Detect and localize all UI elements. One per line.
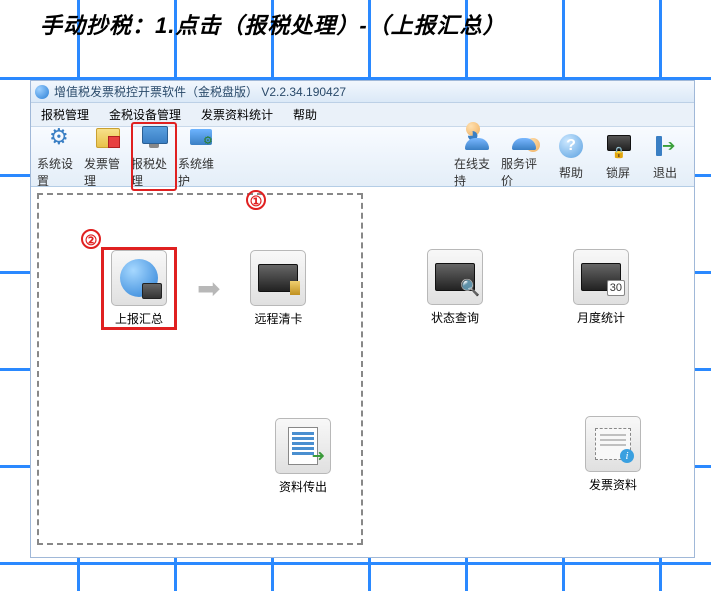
folder-gear-icon [186,124,216,152]
btn-status-query[interactable]: 状态查询 [419,249,491,326]
menu-invoice-stats[interactable]: 发票资料统计 [191,106,283,123]
tb-label: 服务评价 [501,155,547,189]
gear-icon [45,124,75,152]
card-hourglass-icon [258,264,298,292]
monitor-icon [139,124,169,152]
tb-label: 在线支持 [454,155,500,189]
content-area: ① ② 上报汇总 ➡ 远程清卡 资料传出 [31,187,694,557]
tb-sys-maint[interactable]: 系统维护 [178,122,224,191]
tb-service-rating[interactable]: 服务评价 [501,122,547,191]
magnifier-icon [435,263,475,291]
menu-device-mgmt[interactable]: 金税设备管理 [99,106,191,123]
tb-label: 系统维护 [178,155,224,189]
btn-label: 月度统计 [577,309,625,326]
app-icon [35,85,49,99]
help-icon [556,133,586,161]
tb-tax-process[interactable]: 报税处理 [131,122,177,191]
annotation-step-1: ① [246,190,266,210]
tb-label: 帮助 [559,164,583,181]
tb-label: 报税处理 [131,155,177,189]
btn-label: 状态查询 [431,309,479,326]
tb-label: 锁屏 [606,164,630,181]
btn-invoice-data[interactable]: 发票资料 [577,416,649,493]
calendar-30-icon [581,263,621,291]
exit-icon [650,133,680,161]
tb-label: 发票管理 [84,155,130,189]
tb-label: 退出 [653,164,677,181]
document-export-icon [288,427,318,465]
app-window: 增值税发票税控开票软件（金税盘版） V2.2.34.190427 报税管理 金税… [30,80,695,558]
annotation-step-2: ② [81,229,101,249]
tb-label: 系统设置 [37,155,83,189]
btn-label: 发票资料 [589,476,637,493]
content-right-panel: 状态查询 月度统计 发票资料 [371,187,694,557]
globe-icon [120,259,158,297]
invoice-icon [92,124,122,152]
titlebar: 增值税发票税控开票软件（金税盘版） V2.2.34.190427 [31,81,694,103]
content-left-panel: ① ② 上报汇总 ➡ 远程清卡 资料传出 [31,187,371,557]
support-person-icon [462,124,492,152]
window-title: 增值税发票税控开票软件（金税盘版） V2.2.34.190427 [54,83,346,100]
instruction-text: 手动抄税：1.点击（报税处理）-（上报汇总） [40,8,506,40]
tb-invoice-mgmt[interactable]: 发票管理 [84,122,130,191]
tb-exit[interactable]: 退出 [642,122,688,191]
rating-person-icon [509,124,539,152]
tb-help[interactable]: 帮助 [548,122,594,191]
btn-monthly-stats[interactable]: 月度统计 [565,249,637,326]
tb-lock[interactable]: 锁屏 [595,122,641,191]
menu-help[interactable]: 帮助 [283,106,327,123]
receipt-info-icon [595,428,631,460]
toolbar: 系统设置 发票管理 报税处理 系统维护 在线支持 服务评价 [31,127,694,187]
menu-tax-mgmt[interactable]: 报税管理 [31,106,99,123]
tb-sys-settings[interactable]: 系统设置 [37,122,83,191]
tb-online-support[interactable]: 在线支持 [454,122,500,191]
lock-screen-icon [603,133,633,161]
